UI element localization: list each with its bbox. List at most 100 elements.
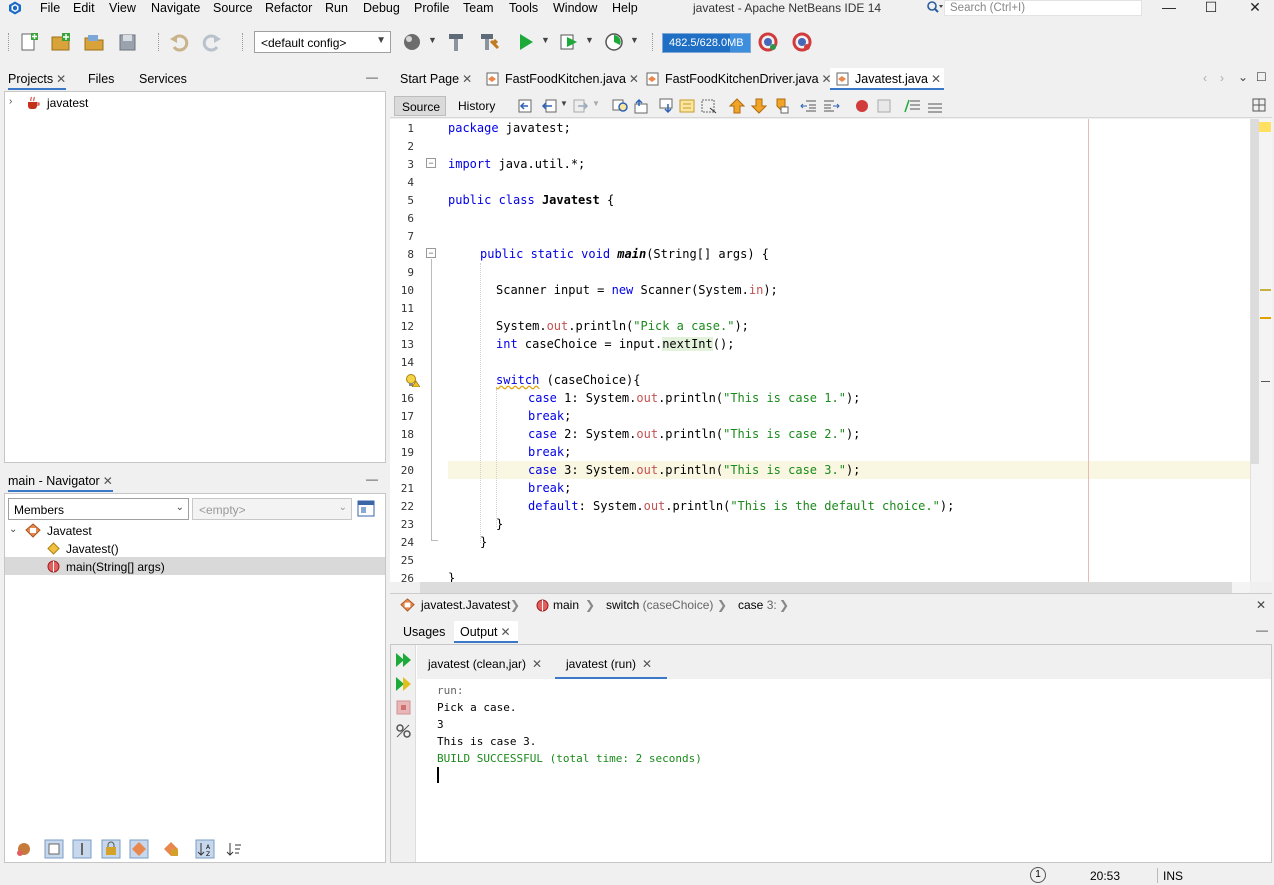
- tab-history[interactable]: History: [452, 96, 502, 116]
- tab-run-clean-jar[interactable]: javatest (clean,jar) ✕: [428, 657, 542, 671]
- tree-item-main[interactable]: main(String[] args): [66, 560, 165, 574]
- sort-by-source-icon[interactable]: [225, 840, 243, 858]
- fold-main-icon[interactable]: −: [426, 248, 436, 258]
- menu-navigate[interactable]: Navigate: [151, 1, 200, 15]
- run-icon[interactable]: [515, 31, 537, 53]
- close-icon[interactable]: ✕: [642, 657, 652, 671]
- search-input[interactable]: Search (Ctrl+I): [944, 0, 1142, 16]
- fold-import-icon[interactable]: −: [426, 158, 436, 168]
- editor-hscrollbar[interactable]: [420, 582, 1250, 593]
- menu-help[interactable]: Help: [612, 1, 638, 15]
- notifications-icon[interactable]: 1: [1030, 867, 1046, 883]
- tab-navigator[interactable]: main - Navigator ✕: [8, 470, 113, 492]
- tab-javatest[interactable]: Javatest.java ✕: [855, 68, 941, 90]
- start-macro-icon[interactable]: [854, 98, 870, 114]
- shift-right-icon[interactable]: [822, 98, 840, 114]
- menu-file[interactable]: File: [40, 1, 60, 15]
- chevron-down-icon[interactable]: ▼: [560, 99, 568, 108]
- minimize-button[interactable]: —: [1158, 0, 1180, 16]
- menu-debug[interactable]: Debug: [363, 1, 400, 15]
- tab-start-page[interactable]: Start Page ✕: [400, 68, 472, 90]
- config-select[interactable]: <default config> ▼: [254, 31, 391, 53]
- clean-build-icon[interactable]: [478, 31, 500, 53]
- next-bookmark-icon[interactable]: [750, 98, 768, 114]
- profile-icon[interactable]: [603, 31, 625, 53]
- maximize-button[interactable]: ☐: [1200, 0, 1222, 16]
- toggle-highlight-icon[interactable]: [678, 98, 696, 114]
- rerun-icon[interactable]: [395, 652, 412, 668]
- undo-icon[interactable]: [168, 31, 190, 53]
- settings-icon[interactable]: [395, 723, 412, 739]
- tab-services[interactable]: Services: [139, 68, 187, 90]
- insert-mode[interactable]: INS: [1163, 869, 1183, 883]
- debug-icon[interactable]: [558, 31, 580, 53]
- breadcrumb-class[interactable]: javatest.Javatest: [421, 598, 510, 612]
- last-edit-icon[interactable]: [516, 98, 534, 114]
- menu-refactor[interactable]: Refactor: [265, 1, 312, 15]
- close-icon[interactable]: ✕: [501, 625, 511, 639]
- open-project-icon[interactable]: [83, 31, 105, 53]
- tab-fastfoodkitchen[interactable]: FastFoodKitchen.java ✕: [505, 68, 639, 90]
- close-icon[interactable]: ✕: [103, 474, 113, 488]
- tab-files[interactable]: Files: [88, 68, 114, 90]
- menu-view[interactable]: View: [109, 1, 136, 15]
- shift-left-icon[interactable]: [800, 98, 818, 114]
- menu-source[interactable]: Source: [213, 1, 253, 15]
- find-selection-icon[interactable]: [612, 98, 630, 114]
- menu-run[interactable]: Run: [325, 1, 348, 15]
- chevron-down-icon[interactable]: ▼: [541, 35, 550, 45]
- fields-filter-icon[interactable]: [44, 839, 64, 859]
- breadcrumb-switch[interactable]: switch (caseChoice): [606, 598, 713, 612]
- tab-source[interactable]: Source: [394, 96, 446, 116]
- minimize-panel-icon[interactable]: —: [1256, 623, 1268, 637]
- menu-team[interactable]: Team: [463, 1, 494, 15]
- close-icon[interactable]: ✕: [56, 72, 66, 86]
- chevron-down-icon[interactable]: ▼: [592, 99, 600, 108]
- scroll-tabs-right-icon[interactable]: ›: [1220, 71, 1224, 85]
- chevron-down-icon[interactable]: ⌄: [1238, 70, 1248, 84]
- close-icon[interactable]: ✕: [629, 72, 639, 86]
- editor-scrollbar[interactable]: [1250, 119, 1272, 582]
- save-all-icon[interactable]: [117, 31, 139, 53]
- hint-bulb-icon[interactable]: [404, 373, 420, 387]
- close-breadcrumb-icon[interactable]: ✕: [1256, 598, 1266, 612]
- stop-icon[interactable]: [396, 700, 411, 715]
- scroll-tabs-left-icon[interactable]: ‹: [1203, 71, 1207, 85]
- tree-item-constructor[interactable]: Javatest(): [66, 542, 119, 556]
- chevron-down-icon[interactable]: ▼: [630, 35, 639, 45]
- tab-output[interactable]: Output ✕: [460, 621, 511, 643]
- toggle-bookmark-icon[interactable]: [772, 98, 790, 114]
- breadcrumb-main[interactable]: main: [553, 598, 579, 612]
- sort-by-name-icon[interactable]: AZ: [195, 839, 215, 859]
- new-file-icon[interactable]: [18, 31, 40, 53]
- hscroll-thumb[interactable]: [420, 582, 1232, 593]
- redo-icon[interactable]: [201, 31, 223, 53]
- close-icon[interactable]: ✕: [532, 657, 542, 671]
- members-select[interactable]: Members ⌄: [8, 498, 189, 520]
- tab-fastfoodkitchendriver[interactable]: FastFoodKitchenDriver.java ✕: [665, 68, 832, 90]
- inner-classes-filter-icon[interactable]: [129, 839, 149, 859]
- output-console[interactable]: [417, 679, 1271, 862]
- inherited-members-icon[interactable]: [15, 840, 33, 858]
- close-icon[interactable]: ✕: [462, 72, 472, 86]
- code-editor[interactable]: − − package javatest; import java.util.*…: [420, 119, 1250, 582]
- menu-edit[interactable]: Edit: [73, 1, 95, 15]
- scroll-thumb[interactable]: [1251, 119, 1259, 464]
- toggle-rect-select-icon[interactable]: [700, 98, 718, 114]
- build-hammer-icon[interactable]: [445, 31, 467, 53]
- tab-usages[interactable]: Usages: [403, 621, 445, 643]
- uncomment-icon[interactable]: [926, 98, 944, 114]
- tree-item-javatest[interactable]: javatest: [47, 96, 88, 110]
- static-filter-icon[interactable]: [72, 839, 92, 859]
- tab-run[interactable]: javatest (run) ✕: [566, 657, 652, 671]
- menu-tools[interactable]: Tools: [509, 1, 538, 15]
- close-window-button[interactable]: ✕: [1244, 0, 1266, 16]
- memory-usage-bar[interactable]: 482.5/628.0MB: [662, 33, 751, 53]
- gc-icon[interactable]: [757, 31, 779, 53]
- tab-projects[interactable]: Projects ✕: [8, 68, 67, 90]
- search-icon[interactable]: [925, 0, 943, 16]
- empty-select[interactable]: <empty> ⌄: [192, 498, 352, 520]
- line-number-gutter[interactable]: 1 2 3 4 5 6 7 8 9 10 11 12 13 14 16 17 1…: [390, 119, 420, 585]
- chevron-down-icon[interactable]: ▼: [585, 35, 594, 45]
- new-project-icon[interactable]: [50, 31, 72, 53]
